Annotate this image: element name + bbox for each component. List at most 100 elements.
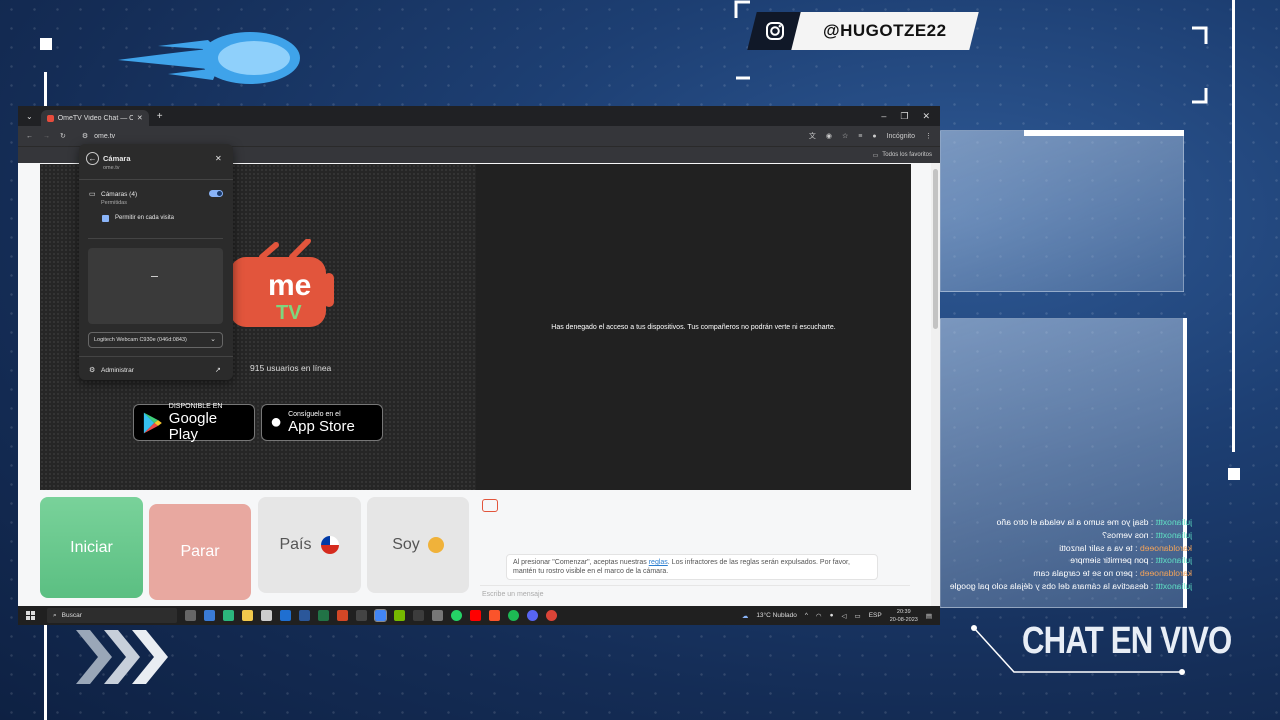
new-tab-icon[interactable]: +	[157, 111, 163, 122]
chrome-icon[interactable]	[374, 609, 387, 622]
chat-message: julianoxttt : nos vemos?	[1102, 529, 1192, 540]
camera-blocked-icon[interactable]: ◉	[826, 132, 832, 140]
frame-corner-right	[1192, 26, 1208, 104]
chrome-incognito-icon[interactable]	[546, 610, 557, 621]
nvidia-icon[interactable]	[394, 610, 405, 621]
favorites-label[interactable]: Todos los favoritos	[882, 152, 932, 158]
tray-chevron-icon[interactable]: ^	[805, 612, 808, 619]
word-icon[interactable]	[299, 610, 310, 621]
close-window-icon[interactable]: ✕	[922, 111, 930, 122]
deco-line	[1232, 0, 1235, 452]
boy-emoji-icon	[427, 537, 444, 553]
back-icon[interactable]: ←	[26, 133, 33, 140]
tab-bar: ⌄ OmeTV Video Chat — Omegle ✕ + – ❐ ✕	[18, 106, 940, 126]
app-store-name: App Store	[288, 417, 355, 435]
forward-icon[interactable]: →	[43, 133, 50, 140]
app-icon[interactable]	[413, 610, 424, 621]
manage-link[interactable]: Administrar	[101, 367, 134, 374]
instagram-handle: @HUGOTZE22	[823, 21, 947, 40]
denied-message: Has denegado el acceso a tus dispositivo…	[551, 323, 836, 331]
url-field[interactable]: ⚙ ome.tv	[76, 129, 121, 143]
brave-icon[interactable]	[489, 610, 500, 621]
excel-icon[interactable]	[318, 610, 329, 621]
spotify-icon[interactable]	[508, 610, 519, 621]
site-settings-icon[interactable]: ⚙	[82, 132, 88, 140]
tab-search-icon[interactable]: ⌄	[26, 112, 33, 121]
task-view-icon[interactable]	[185, 610, 196, 621]
language-indicator[interactable]: ESP	[869, 612, 882, 619]
microphone-icon[interactable]: ●	[830, 612, 834, 619]
restore-icon[interactable]: ❐	[900, 111, 908, 122]
reload-icon[interactable]: ↻	[60, 132, 66, 140]
deco-square	[40, 38, 52, 50]
edge-icon[interactable]	[204, 610, 215, 621]
ometv-small-icon	[482, 499, 498, 512]
chat-message: julianoxttt : dsaj yo me sumo a la velad…	[996, 517, 1192, 527]
edge-browser-icon[interactable]	[223, 610, 234, 621]
stop-button[interactable]: Parar	[149, 504, 251, 600]
taskbar-search[interactable]: ⌕ Buscar	[47, 608, 177, 623]
menu-icon[interactable]: ⋮	[925, 132, 932, 140]
gender-label: Soy	[392, 536, 420, 553]
popup-close-icon[interactable]: ✕	[215, 154, 222, 163]
google-play-badge[interactable]: DISPONIBLE EN Google Play	[133, 403, 255, 442]
address-bar-row: ← → ↻ ⚙ ome.tv 文 ◉ ☆ ≡ ● Incógnito ⋮	[18, 126, 940, 146]
chat-message: julianoxttt : pon permitir siempre	[1070, 555, 1192, 566]
gender-button[interactable]: Soy	[367, 497, 469, 593]
chile-flag-icon	[320, 536, 339, 554]
minimize-icon[interactable]: –	[881, 111, 886, 122]
start-button[interactable]: Iniciar	[40, 497, 143, 598]
file-explorer-icon[interactable]	[242, 610, 253, 621]
external-link-icon[interactable]: ↗	[215, 366, 221, 374]
allow-each-visit-label: Permitir en cada visita	[115, 215, 175, 221]
popup-site: ome.tv	[103, 165, 120, 171]
clock[interactable]: 20:39 20-08-2023	[890, 608, 918, 624]
store-icon[interactable]	[261, 610, 272, 621]
tab-title: OmeTV Video Chat — Omegle	[57, 114, 133, 122]
country-button[interactable]: País	[258, 497, 361, 593]
cameras-status: Permitidas	[101, 200, 127, 206]
chat-title: CHAT EN VIVO	[1022, 620, 1232, 662]
partner-video: Has denegado el acceso a tus dispositivo…	[476, 164, 911, 490]
windows-start-icon[interactable]	[26, 611, 35, 620]
clock-date: 20-08-2023	[889, 616, 918, 623]
wifi-icon[interactable]: ◠	[816, 612, 822, 620]
discord-icon[interactable]	[527, 610, 538, 621]
whatsapp-icon[interactable]	[451, 610, 462, 621]
page-scrollbar[interactable]	[931, 163, 940, 606]
tab-ometv[interactable]: OmeTV Video Chat — Omegle ✕	[40, 110, 149, 126]
translate-icon[interactable]: 文	[809, 131, 816, 141]
instagram-badge: @HUGOTZE22	[747, 12, 979, 50]
url-text: ome.tv	[94, 132, 116, 140]
youtube-icon[interactable]	[470, 610, 481, 621]
battery-icon[interactable]: ▭	[855, 612, 861, 620]
bookmark-star-icon[interactable]: ☆	[842, 132, 848, 140]
apple-icon: ●	[270, 411, 283, 433]
tab-close-icon[interactable]: ✕	[137, 114, 143, 122]
camera-toggle[interactable]	[209, 190, 223, 197]
chat-message: karoldanoeeb : te va a salir lanzotti	[1059, 542, 1192, 553]
search-placeholder: Buscar	[61, 612, 82, 619]
chat-message: karoldanoeeb : pero no se te cargala cam	[1033, 568, 1192, 579]
camera-permission-popup: ← Cámara ome.tv ✕ ▭ Cámaras (4) Permitid…	[79, 144, 233, 380]
app-store-badge[interactable]: ● Consíguelo en el App Store	[261, 404, 383, 441]
message-input[interactable]: Escribe un mensaje	[480, 585, 910, 603]
rules-link[interactable]: reglas	[649, 559, 668, 566]
settings-icon[interactable]	[432, 610, 443, 621]
extensions-icon[interactable]: ≡	[858, 133, 862, 140]
outlook-icon[interactable]	[280, 610, 291, 621]
notifications-icon[interactable]: ▤	[926, 612, 932, 620]
back-arrow-icon[interactable]: ←	[86, 152, 99, 165]
svg-text:me: me	[268, 269, 311, 302]
cameras-label: Cámaras (4)	[101, 191, 138, 198]
chat-log: julianoxttt : dsaj yo me sumo a la velad…	[946, 516, 1192, 593]
comet-decoration	[118, 32, 300, 84]
allow-each-visit-checkbox[interactable]	[102, 215, 109, 222]
weather-text[interactable]: 13°C Nublado	[756, 612, 797, 619]
powerpoint-icon[interactable]	[337, 610, 348, 621]
obs-icon[interactable]	[356, 610, 367, 621]
camera-device-select[interactable]: Logitech Webcam C930e (046d:0843) ⌄	[88, 332, 223, 348]
volume-icon[interactable]: ◁	[842, 612, 847, 620]
rules-notice: Al presionar "Comenzar", aceptas nuestra…	[506, 554, 878, 580]
instagram-handle-box: @HUGOTZE22	[791, 12, 979, 50]
